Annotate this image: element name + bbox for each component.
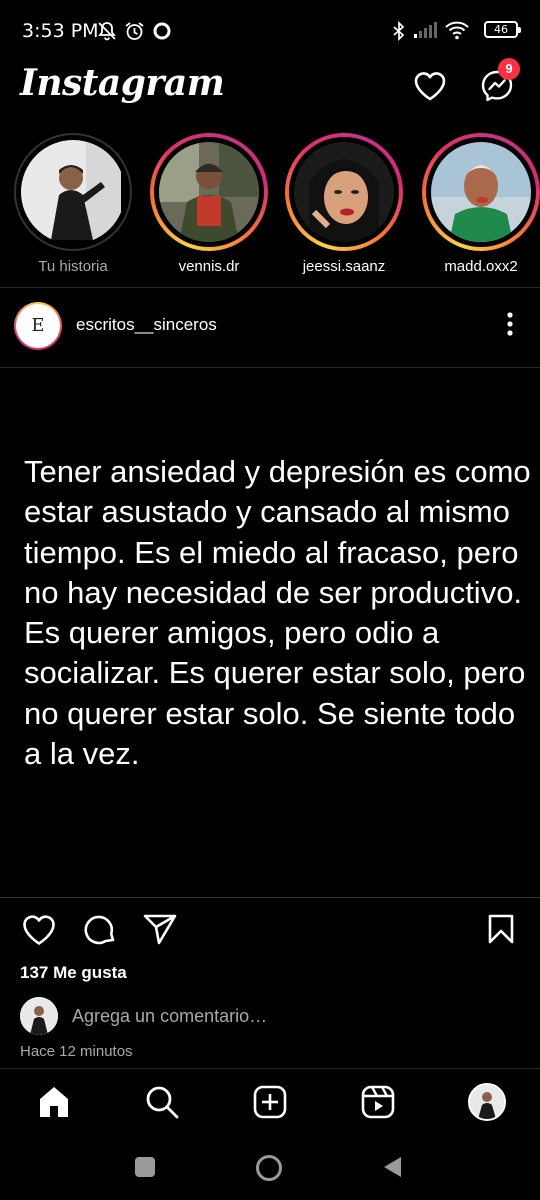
activity-heart-icon[interactable]	[413, 70, 447, 102]
wifi-icon	[445, 21, 469, 40]
story-label: madd.oxx2	[444, 258, 518, 275]
story-ring	[14, 133, 132, 251]
home-button[interactable]	[256, 1155, 282, 1181]
new-post-icon[interactable]	[252, 1084, 288, 1120]
avatar-letter: E	[31, 315, 45, 336]
battery-icon: 46	[484, 21, 521, 38]
mute-notifications-icon	[98, 22, 116, 41]
back-button[interactable]	[381, 1155, 403, 1179]
bluetooth-icon	[393, 21, 405, 41]
comment-icon[interactable]	[82, 913, 118, 947]
more-options-icon[interactable]	[498, 311, 522, 337]
story-label: jeessi.saanz	[302, 258, 386, 275]
instagram-logo[interactable]: Instagram	[20, 62, 225, 104]
divider	[0, 287, 540, 288]
post-timestamp: Hace 12 minutos	[20, 1043, 133, 1060]
story-madd-oxx2[interactable]: madd.oxx2	[419, 133, 540, 275]
story-avatar	[21, 140, 125, 244]
divider	[0, 1068, 540, 1069]
commenter-avatar	[20, 997, 58, 1035]
search-icon[interactable]	[144, 1084, 180, 1120]
story-label: Tu historia	[38, 258, 108, 275]
story-ring	[285, 133, 403, 251]
story-ring	[422, 133, 540, 251]
post-text: Tener ansiedad y depresión es como estar…	[24, 454, 531, 772]
status-time: 3:53 PM	[22, 20, 99, 42]
save-bookmark-icon[interactable]	[486, 913, 516, 945]
post-author-avatar[interactable]: E	[14, 302, 62, 350]
story-vennis-dr[interactable]: vennis.dr	[149, 133, 269, 275]
story-avatar	[159, 142, 259, 242]
share-send-icon[interactable]	[142, 913, 178, 947]
reels-icon[interactable]	[360, 1084, 396, 1120]
recents-button[interactable]	[135, 1157, 155, 1177]
signal-icon	[414, 22, 437, 38]
alarm-icon	[125, 22, 144, 40]
story-own[interactable]: Tu historia	[13, 133, 133, 275]
story-jeessi-saanz[interactable]: jeessi.saanz	[284, 133, 404, 275]
story-avatar	[294, 142, 394, 242]
like-heart-icon[interactable]	[21, 913, 57, 947]
profile-avatar[interactable]	[468, 1083, 506, 1121]
post-author-username[interactable]: escritos__sinceros	[76, 315, 217, 335]
story-avatar	[431, 142, 531, 242]
story-label: vennis.dr	[178, 258, 240, 275]
comment-input[interactable]	[72, 1006, 372, 1027]
home-icon[interactable]	[36, 1084, 72, 1120]
messages-badge: 9	[498, 58, 520, 80]
story-ring	[150, 133, 268, 251]
divider	[0, 367, 540, 368]
likes-count[interactable]: 137 Me gusta	[20, 963, 127, 983]
record-icon	[153, 22, 171, 40]
divider	[0, 897, 540, 898]
status-bar: 3:53 PM 46	[0, 0, 540, 60]
